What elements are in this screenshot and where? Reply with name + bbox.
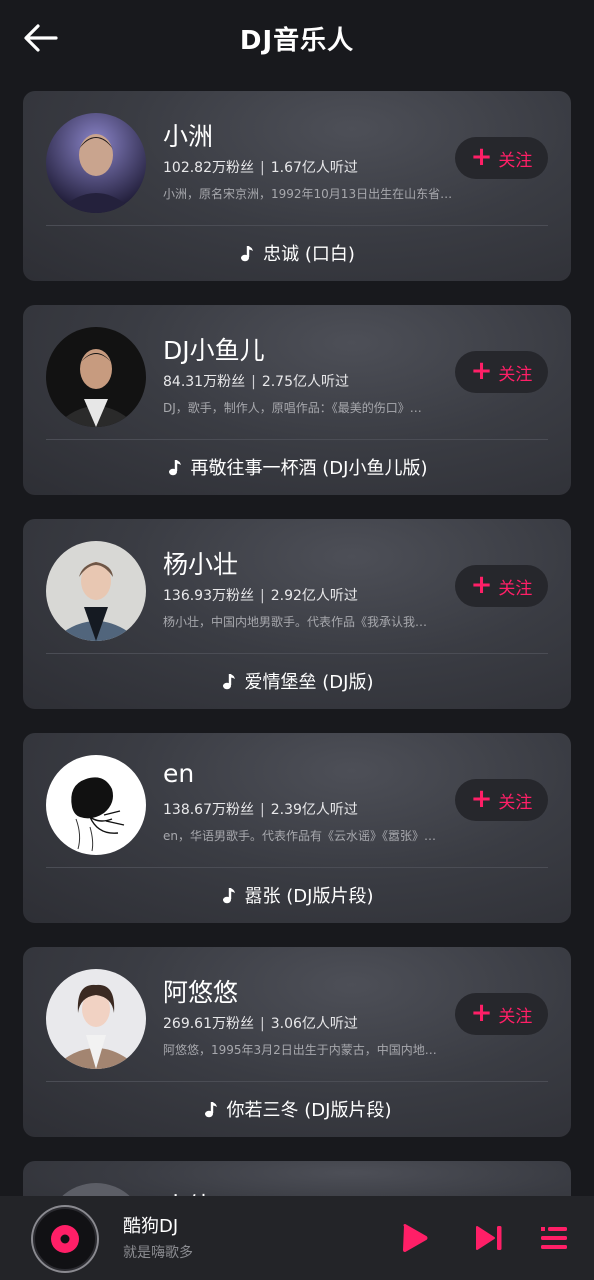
song-title: 你若三冬 (DJ版片段) <box>226 1100 392 1121</box>
stats-separator: | <box>260 1016 265 1032</box>
plus-icon: + <box>470 997 493 1028</box>
artist-name: 阿悠悠 <box>163 978 239 1007</box>
featured-song[interactable]: 忠诚 (口白) <box>23 239 571 267</box>
artist-bio: en，华语男歌手。代表作品有《云水谣》《嚣张》… <box>163 829 436 843</box>
song-title: 忠诚 (口白) <box>263 244 355 265</box>
divider <box>46 439 548 440</box>
artist-name: DJ小鱼儿 <box>163 336 265 365</box>
artist-bio: 小洲，原名宋京洲，1992年10月13日出生在山东省… <box>163 187 453 201</box>
player-title: 酷狗DJ <box>123 1216 179 1237</box>
follow-label: 关注 <box>498 364 533 385</box>
plays-count: 3.06亿人听过 <box>270 1016 358 1032</box>
mini-player[interactable]: 酷狗DJ 就是嗨歌多 <box>0 1196 594 1280</box>
music-note-icon <box>222 674 235 690</box>
follow-label: 关注 <box>498 578 533 599</box>
artist-card[interactable]: 阿悠悠 269.61万粉丝 | 3.06亿人听过 阿悠悠，1995年3月2日出生于内… <box>23 947 571 1137</box>
artist-stats: 138.67万粉丝 | 2.39亿人听过 <box>163 799 358 819</box>
artist-avatar[interactable] <box>46 969 146 1069</box>
song-title: 再敬往事一杯酒 (DJ小鱼儿版) <box>190 458 428 479</box>
artist-bio: 杨小壮，中国内地男歌手。代表作品《我承认我… <box>163 615 428 629</box>
artist-card[interactable]: DJ小鱼儿 84.31万粉丝 | 2.75亿人听过 DJ，歌手，制作人，原唱作品：《… <box>23 305 571 495</box>
plus-icon: + <box>470 141 493 172</box>
fans-count: 102.82万粉丝 <box>163 160 254 176</box>
artist-name: en <box>163 759 195 788</box>
artist-list: 小洲 102.82万粉丝 | 1.67亿人听过 小洲，原名宋京洲，1992年10月1… <box>23 91 571 1245</box>
fans-count: 84.31万粉丝 <box>163 374 246 390</box>
page-title: DJ音乐人 <box>239 26 355 56</box>
plays-count: 1.67亿人听过 <box>270 160 358 176</box>
follow-label: 关注 <box>498 150 533 171</box>
fans-count: 138.67万粉丝 <box>163 802 254 818</box>
artist-card[interactable]: en 138.67万粉丝 | 2.39亿人听过 en，华语男歌手。代表作品有《云水谣… <box>23 733 571 923</box>
play-icon[interactable] <box>398 1222 430 1254</box>
music-note-icon <box>222 888 235 904</box>
artist-name: 小洲 <box>163 122 214 151</box>
plus-icon: + <box>470 783 493 814</box>
stats-separator: | <box>260 802 265 818</box>
plus-icon: + <box>470 569 493 600</box>
music-note-icon <box>204 1102 217 1118</box>
follow-button[interactable]: + 关注 <box>455 351 548 393</box>
artist-card[interactable]: 小洲 102.82万粉丝 | 1.67亿人听过 小洲，原名宋京洲，1992年10月1… <box>23 91 571 281</box>
divider <box>46 867 548 868</box>
featured-song[interactable]: 嚣张 (DJ版片段) <box>23 881 571 909</box>
follow-label: 关注 <box>498 792 533 813</box>
follow-button[interactable]: + 关注 <box>455 993 548 1035</box>
stats-separator: | <box>260 588 265 604</box>
stats-separator: | <box>260 160 265 176</box>
divider <box>46 1081 548 1082</box>
artist-name: 杨小壮 <box>163 550 239 579</box>
artist-bio: 阿悠悠，1995年3月2日出生于内蒙古，中国内地… <box>163 1043 437 1057</box>
plays-count: 2.39亿人听过 <box>270 802 358 818</box>
follow-label: 关注 <box>498 1006 533 1027</box>
header: DJ音乐人 <box>0 0 594 78</box>
music-note-icon <box>241 246 254 262</box>
artist-stats: 136.93万粉丝 | 2.92亿人听过 <box>163 585 358 605</box>
artist-avatar[interactable] <box>46 327 146 427</box>
follow-button[interactable]: + 关注 <box>455 779 548 821</box>
playlist-icon[interactable] <box>538 1222 570 1254</box>
plus-icon: + <box>470 355 493 386</box>
next-track-icon[interactable] <box>473 1222 505 1254</box>
divider <box>46 225 548 226</box>
plays-count: 2.75亿人听过 <box>261 374 349 390</box>
player-subtitle: 就是嗨歌多 <box>123 1245 193 1261</box>
song-title: 嚣张 (DJ版片段) <box>244 886 374 907</box>
artist-card[interactable]: 杨小壮 136.93万粉丝 | 2.92亿人听过 杨小壮，中国内地男歌手。代表作品《… <box>23 519 571 709</box>
follow-button[interactable]: + 关注 <box>455 565 548 607</box>
fans-count: 269.61万粉丝 <box>163 1016 254 1032</box>
featured-song[interactable]: 爱情堡垒 (DJ版) <box>23 667 571 695</box>
artist-avatar[interactable] <box>46 541 146 641</box>
artist-avatar[interactable] <box>46 113 146 213</box>
fans-count: 136.93万粉丝 <box>163 588 254 604</box>
featured-song[interactable]: 你若三冬 (DJ版片段) <box>23 1095 571 1123</box>
plays-count: 2.92亿人听过 <box>270 588 358 604</box>
artist-stats: 84.31万粉丝 | 2.75亿人听过 <box>163 371 349 391</box>
follow-button[interactable]: + 关注 <box>455 137 548 179</box>
divider <box>46 653 548 654</box>
music-note-icon <box>168 460 181 476</box>
stats-separator: | <box>251 374 256 390</box>
song-title: 爱情堡垒 (DJ版) <box>244 672 374 693</box>
artist-avatar[interactable] <box>46 755 146 855</box>
vinyl-disc-icon[interactable] <box>31 1205 99 1273</box>
artist-stats: 102.82万粉丝 | 1.67亿人听过 <box>163 157 358 177</box>
artist-stats: 269.61万粉丝 | 3.06亿人听过 <box>163 1013 358 1033</box>
artist-bio: DJ，歌手，制作人，原唱作品：《最美的伤口》… <box>163 401 422 415</box>
featured-song[interactable]: 再敬往事一杯酒 (DJ小鱼儿版) <box>23 453 571 481</box>
